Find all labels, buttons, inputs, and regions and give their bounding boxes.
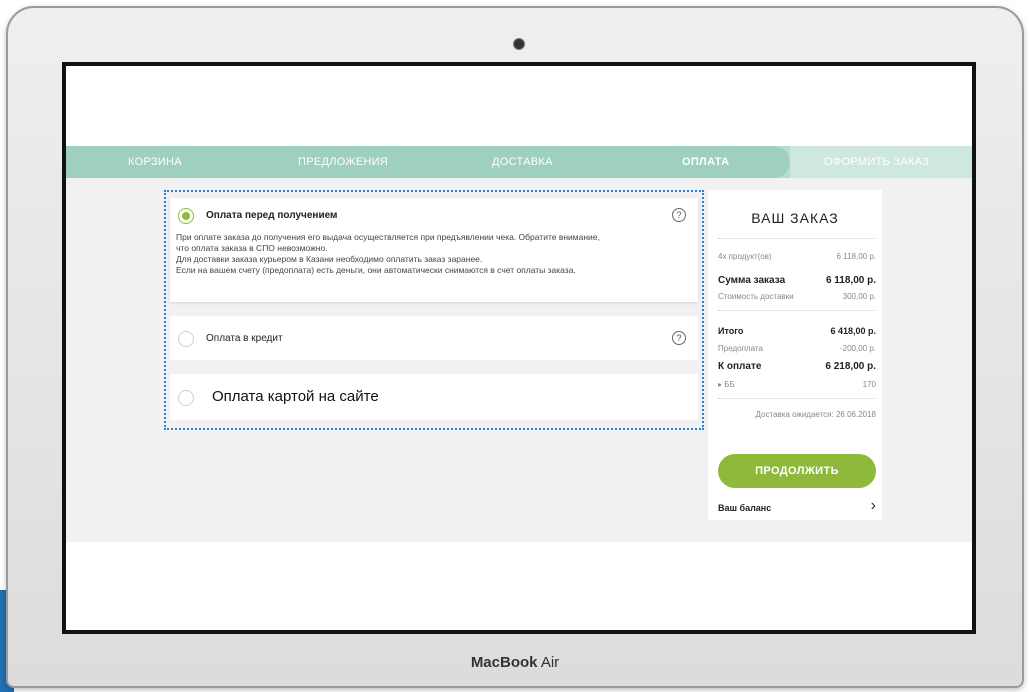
radio-prepay[interactable]	[178, 208, 194, 224]
row-label: Сумма заказа	[718, 275, 786, 286]
row-value: 6 418,00 р.	[830, 326, 876, 336]
radio-card[interactable]	[178, 390, 194, 406]
step-checkout[interactable]: ОФОРМИТЬ ЗАКАЗ	[824, 146, 929, 178]
description-line: Для доставки заказа курьером в Казани не…	[176, 254, 483, 264]
row-value: -200,00 р.	[839, 344, 876, 353]
row-value: 6 118,00 р.	[825, 275, 876, 286]
step-offers[interactable]: ПРЕДЛОЖЕНИЯ	[298, 146, 388, 178]
step-delivery[interactable]: ДОСТАВКА	[492, 146, 553, 178]
row-label: 4x продукт(ов)	[718, 252, 772, 261]
payment-option-credit[interactable]: Оплата в кредит ?	[170, 316, 698, 360]
row-label: Предоплата	[718, 344, 763, 353]
divider	[718, 310, 876, 311]
payment-options: Оплата перед получением ? При оплате зак…	[164, 190, 704, 430]
row-label: Итого	[718, 326, 744, 336]
option-title: Оплата картой на сайте	[212, 388, 379, 405]
description-line: При оплате заказа до получения его выдач…	[176, 232, 600, 242]
row-value: 6 118,00 р.	[836, 252, 876, 261]
step-cart[interactable]: КОРЗИНА	[128, 146, 182, 178]
chevron-right-icon: ›	[870, 497, 876, 514]
laptop-screen: КОРЗИНА ПРЕДЛОЖЕНИЯ ДОСТАВКА ОПЛАТА ОФОР…	[62, 62, 976, 634]
row-value: 300,00 р.	[842, 292, 876, 301]
page-content: Оплата перед получением ? При оплате зак…	[66, 178, 972, 542]
prepay-row: Предоплата -200,00 р.	[718, 342, 876, 356]
divider	[718, 398, 876, 399]
row-label: ▸ ББ	[718, 380, 735, 389]
row-value: 170	[862, 380, 876, 389]
products-row: 4x продукт(ов) 6 118,00 р.	[718, 250, 876, 264]
order-title: ВАШ ЗАКАЗ	[751, 210, 839, 226]
radio-credit[interactable]	[178, 331, 194, 347]
device-brand: MacBook Air	[0, 654, 1030, 671]
delivery-cost-row: Стоимость доставки 300,00 р.	[718, 290, 876, 304]
help-icon[interactable]: ?	[672, 331, 686, 345]
divider	[718, 238, 876, 239]
description-line: Если на вашем счету (предоплата) есть де…	[176, 265, 576, 275]
row-label: К оплате	[718, 361, 762, 372]
sum-row: Сумма заказа 6 118,00 р.	[718, 274, 876, 288]
help-icon[interactable]: ?	[672, 208, 686, 222]
order-summary: ВАШ ЗАКАЗ 4x продукт(ов) 6 118,00 р. Сумм…	[708, 190, 882, 520]
continue-button[interactable]: ПРОДОЛЖИТЬ	[718, 454, 876, 488]
row-value: 6 218,00 р.	[825, 361, 876, 372]
payment-option-card[interactable]: Оплата картой на сайте	[170, 374, 698, 420]
row-label: Стоимость доставки	[718, 292, 794, 301]
payment-option-prepay[interactable]: Оплата перед получением ? При оплате зак…	[170, 198, 698, 302]
total-row: Итого 6 418,00 р.	[718, 324, 876, 338]
balance-label: Ваш баланс	[718, 503, 772, 513]
web-page: КОРЗИНА ПРЕДЛОЖЕНИЯ ДОСТАВКА ОПЛАТА ОФОР…	[66, 66, 972, 630]
step-payment[interactable]: ОПЛАТА	[682, 146, 729, 178]
option-title: Оплата перед получением	[206, 210, 338, 221]
option-description: При оплате заказа до получения его выдач…	[176, 232, 692, 276]
camera-icon	[513, 38, 525, 50]
description-line: что оплата заказа в СПО невозможно.	[176, 243, 328, 253]
delivery-expected: Доставка ожидается: 26.06.2018	[755, 410, 876, 419]
option-title: Оплата в кредит	[206, 333, 283, 344]
to-pay-row: К оплате 6 218,00 р.	[718, 360, 876, 374]
balance-link[interactable]: Ваш баланс ›	[718, 497, 876, 516]
brand-model: Air	[537, 654, 560, 671]
brand-name: MacBook	[470, 654, 538, 671]
checkout-stepper: КОРЗИНА ПРЕДЛОЖЕНИЯ ДОСТАВКА ОПЛАТА ОФОР…	[66, 146, 972, 178]
bonus-row[interactable]: ▸ ББ 170	[718, 378, 876, 392]
